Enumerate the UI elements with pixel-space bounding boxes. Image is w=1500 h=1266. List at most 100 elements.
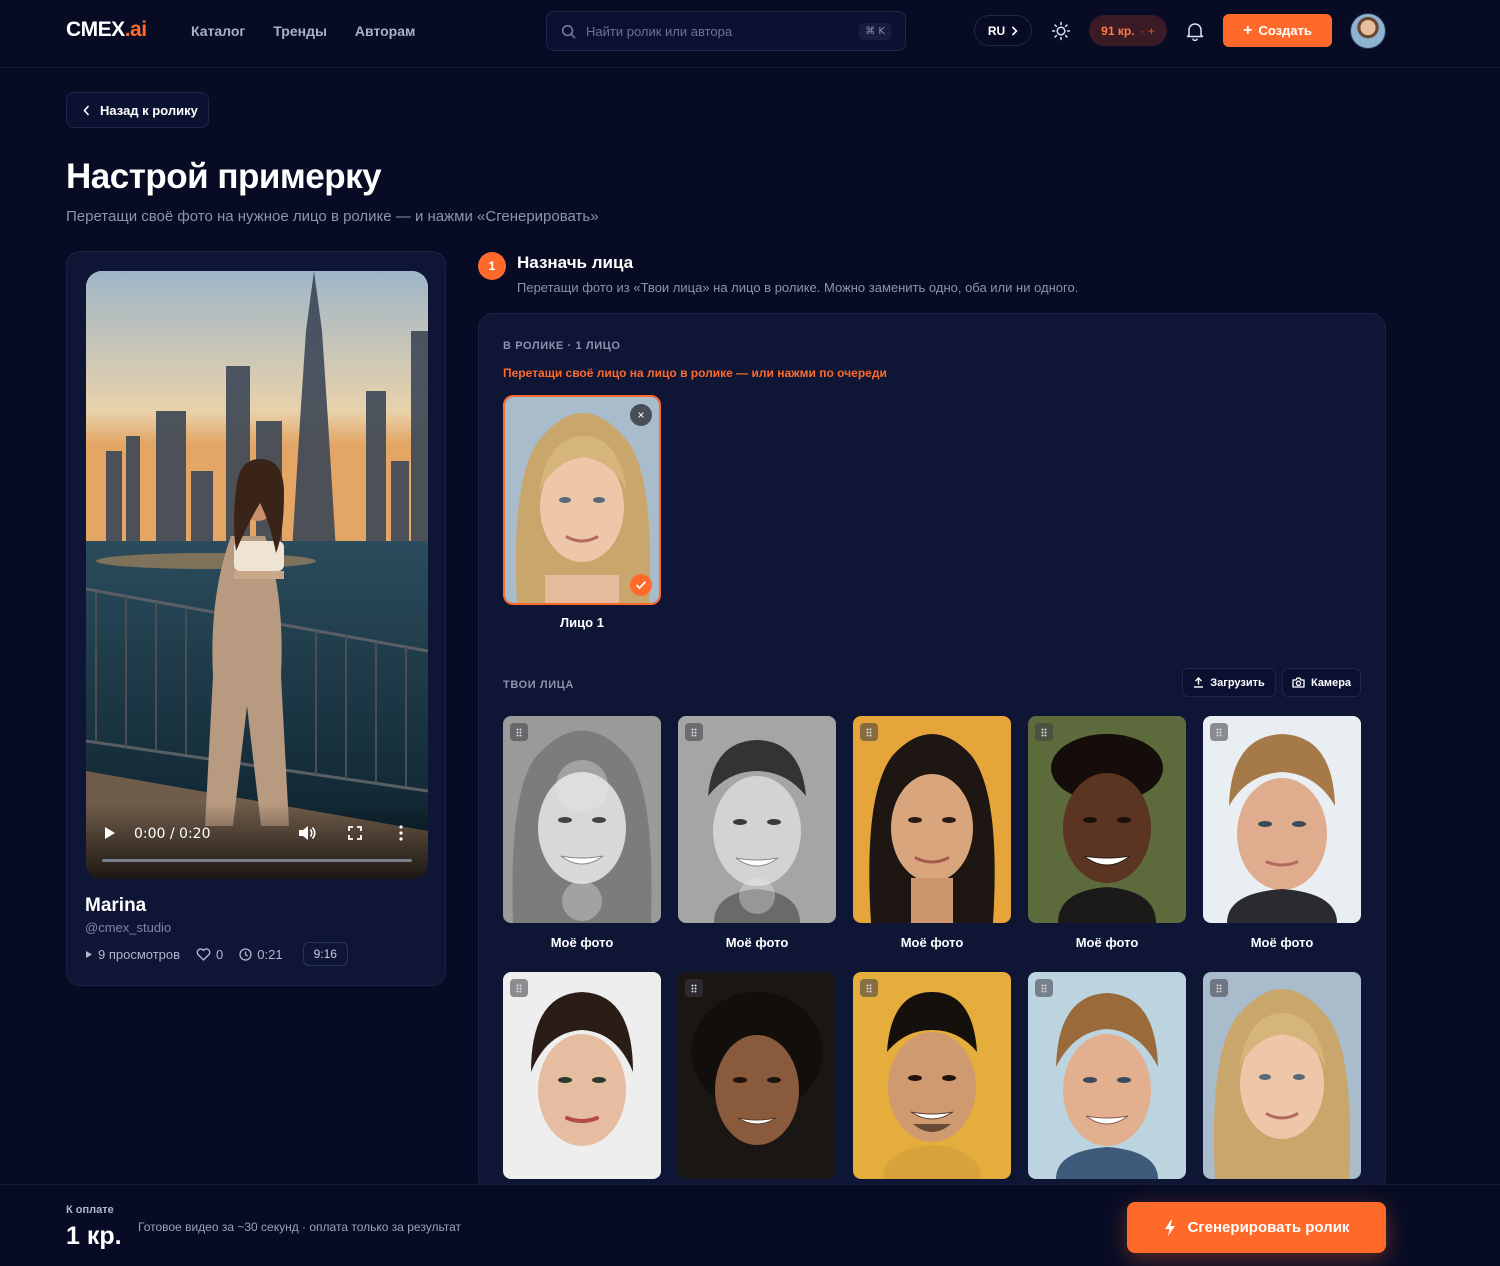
face-photo xyxy=(503,716,661,923)
search-shortcut: ⌘ K xyxy=(859,22,891,40)
nav-catalog[interactable]: Каталог xyxy=(191,23,245,39)
drag-handle-icon[interactable] xyxy=(685,723,703,741)
face-tile[interactable] xyxy=(1028,716,1186,923)
camera-button[interactable]: Камера xyxy=(1282,668,1361,697)
views-stat: 9 просмотров xyxy=(85,947,180,962)
search-icon xyxy=(561,24,576,38)
upload-label: Загрузить xyxy=(1210,676,1265,689)
duration-value: 0:21 xyxy=(257,946,283,962)
face-tile[interactable] xyxy=(503,716,661,923)
face-slot-image xyxy=(505,397,659,603)
face-photo xyxy=(1203,716,1361,923)
face-tile[interactable] xyxy=(1028,972,1186,1179)
credits-balance[interactable]: 91 кр. · + xyxy=(1089,15,1167,46)
likes-stat[interactable]: 0 xyxy=(196,947,223,962)
aspect-ratio-badge: 9:16 xyxy=(302,942,348,966)
camera-icon xyxy=(1292,677,1305,688)
create-button[interactable]: + Создать xyxy=(1223,14,1332,47)
fullscreen-icon[interactable] xyxy=(348,826,362,840)
nav-authors[interactable]: Авторам xyxy=(355,23,415,39)
face-tile-label: Моё фото xyxy=(1075,935,1139,950)
drag-handle-icon[interactable] xyxy=(1210,979,1228,997)
language-label: RU xyxy=(987,23,1006,38)
step-description: Перетащи фото из «Твои лица» на лицо в р… xyxy=(517,280,1079,295)
drag-handle-icon[interactable] xyxy=(860,723,878,741)
faces-panel: В РОЛИКЕ · 1 ЛИЦО Перетащи своё лицо на … xyxy=(478,313,1386,1193)
video-controls: 0:00 / 0:20 xyxy=(86,803,428,879)
author-handle: @cmex_studio xyxy=(85,920,172,935)
drag-handle-icon[interactable] xyxy=(510,979,528,997)
drag-handle-icon[interactable] xyxy=(860,979,878,997)
drag-handle-icon[interactable] xyxy=(510,723,528,741)
payment-note: Готовое видео за ~30 секунд · оплата тол… xyxy=(138,1220,462,1234)
chevron-right-icon xyxy=(1012,25,1018,36)
upload-button[interactable]: Загрузить xyxy=(1182,668,1276,697)
drag-handle-icon[interactable] xyxy=(1210,723,1228,741)
video-stats: 9 просмотров 0 0:21 9:16 xyxy=(85,941,348,967)
nav-trends[interactable]: Тренды xyxy=(273,23,327,39)
logo-dot: .ai xyxy=(124,18,147,41)
payment-amount: 1 кр. xyxy=(66,1222,122,1250)
author-name: Marina xyxy=(85,895,147,916)
face-tile-label: Моё фото xyxy=(550,935,614,950)
page-title: Настрой примерку xyxy=(66,157,382,196)
face-tile-label: Моё фото xyxy=(900,935,964,950)
user-avatar[interactable] xyxy=(1350,13,1386,49)
search-input[interactable] xyxy=(586,23,860,39)
video-progress-bar[interactable] xyxy=(102,859,412,862)
drag-hint: Перетащи своё лицо на лицо в ролике — ил… xyxy=(503,366,887,380)
step-number-badge: 1 xyxy=(478,252,506,280)
back-button[interactable]: Назад к ролику xyxy=(66,92,209,128)
your-faces-label: ТВОИ ЛИЦА xyxy=(503,679,574,691)
remove-face-button[interactable]: × xyxy=(630,404,652,426)
video-player[interactable]: 0:00 / 0:20 xyxy=(86,271,428,879)
face-photo xyxy=(1028,972,1186,1179)
face-tile[interactable] xyxy=(678,972,836,1179)
face-tile[interactable] xyxy=(503,972,661,1179)
video-card: 0:00 / 0:20 Marina @cmex_studio 9 просмо… xyxy=(66,251,446,986)
notifications-button[interactable] xyxy=(1183,19,1207,43)
search-box: ⌘ K xyxy=(546,11,906,51)
play-small-icon xyxy=(86,950,92,958)
payment-label: К оплате xyxy=(66,1204,114,1216)
step-title: Назначь лица xyxy=(517,253,634,272)
face-photo xyxy=(853,716,1011,923)
upload-icon xyxy=(1194,677,1204,688)
page-subtitle: Перетащи своё фото на нужное лицо в роли… xyxy=(66,208,599,225)
back-label: Назад к ролику xyxy=(100,102,198,118)
face-photo xyxy=(678,716,836,923)
more-vertical-icon[interactable] xyxy=(399,825,403,841)
checkout-footer: К оплате 1 кр. Готовое видео за ~30 секу… xyxy=(0,1184,1500,1266)
views-count: 9 просмотров xyxy=(98,946,181,962)
sun-icon xyxy=(1051,21,1071,41)
face-tile[interactable] xyxy=(853,716,1011,923)
theme-toggle[interactable] xyxy=(1048,19,1074,43)
camera-label: Камера xyxy=(1310,676,1352,689)
generate-video-button[interactable]: Сгенерировать ролик xyxy=(1127,1202,1386,1253)
volume-icon[interactable] xyxy=(298,825,316,841)
drag-handle-icon[interactable] xyxy=(685,979,703,997)
credits-value: 91 кр. xyxy=(1101,23,1135,38)
video-time: 0:00 / 0:20 xyxy=(134,826,211,842)
drag-handle-icon[interactable] xyxy=(1035,723,1053,741)
face-slot-1[interactable]: × xyxy=(503,395,661,605)
face-tile[interactable] xyxy=(1203,972,1361,1179)
face-tile[interactable] xyxy=(1203,716,1361,923)
chevron-left-icon xyxy=(83,104,90,116)
main-nav: Каталог Тренды Авторам xyxy=(191,23,415,39)
face-tile[interactable] xyxy=(678,716,836,923)
duration-stat: 0:21 xyxy=(239,946,283,962)
heart-icon xyxy=(196,947,211,961)
face-photo xyxy=(853,972,1011,1179)
logo[interactable]: CMEX.ai xyxy=(66,18,147,42)
face-tile[interactable] xyxy=(853,972,1011,1179)
face-slot-label: Лицо 1 xyxy=(560,615,604,630)
face-tile-label: Моё фото xyxy=(725,935,789,950)
drag-handle-icon[interactable] xyxy=(1035,979,1053,997)
face-photo xyxy=(503,972,661,1179)
language-switcher[interactable]: RU xyxy=(974,15,1032,46)
video-frame-image xyxy=(86,271,428,879)
play-icon[interactable] xyxy=(104,826,116,840)
create-label: Создать xyxy=(1258,23,1312,38)
likes-count: 0 xyxy=(216,946,224,962)
